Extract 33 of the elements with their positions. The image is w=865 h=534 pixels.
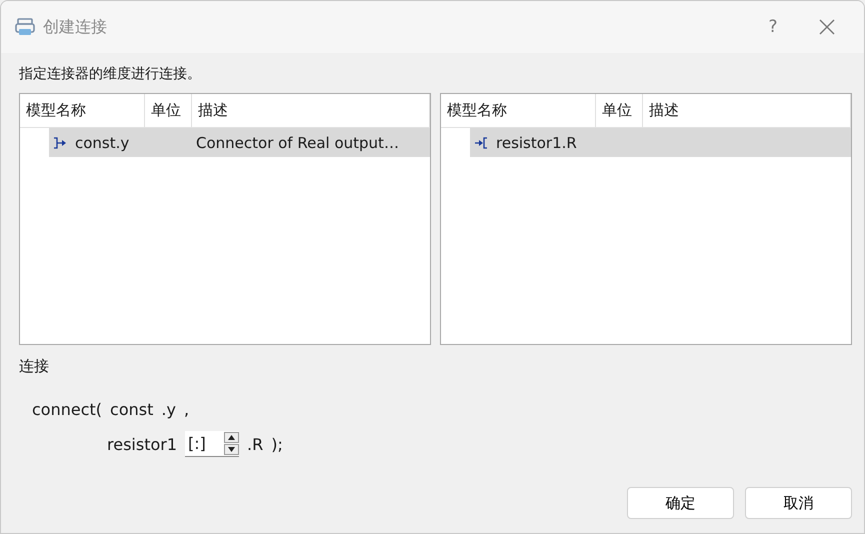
code-text: .y: [161, 400, 176, 419]
column-header[interactable]: 单位: [145, 94, 192, 127]
code-text: const: [110, 400, 154, 419]
input-port-icon: [474, 136, 488, 148]
printer-icon: [15, 18, 35, 36]
window-title: 创建连接: [43, 16, 108, 38]
code-text: );: [271, 434, 283, 454]
code-text: .R: [247, 434, 264, 454]
column-header[interactable]: 模型名称: [441, 94, 596, 127]
index-spinbox[interactable]: [:]: [185, 431, 240, 457]
code-text: ,: [184, 400, 190, 419]
help-button[interactable]: ?: [750, 9, 796, 45]
up-arrow-button[interactable]: [224, 432, 240, 443]
down-arrow-button[interactable]: [224, 444, 240, 455]
cancel-button[interactable]: 取消: [745, 487, 852, 519]
close-icon: [819, 19, 835, 35]
section-label: 连接: [19, 357, 49, 376]
column-header[interactable]: 描述: [643, 94, 851, 127]
table-row[interactable]: resistor1.R: [470, 128, 851, 157]
code-text: resistor1: [107, 434, 178, 454]
output-port-icon: [53, 136, 67, 148]
column-header[interactable]: 单位: [596, 94, 643, 127]
description-cell-text: Connector of Real output…: [195, 134, 400, 152]
ok-button[interactable]: 确定: [627, 487, 734, 519]
name-cell: const.y: [49, 134, 145, 152]
down-triangle-icon: [228, 447, 236, 452]
column-header[interactable]: 模型名称: [20, 94, 145, 127]
column-header[interactable]: 描述: [192, 94, 430, 127]
up-triangle-icon: [228, 435, 236, 440]
name-cell: resistor1.R: [470, 134, 596, 152]
table-row[interactable]: const.y Connector of Real output…: [49, 128, 430, 157]
instruction-text: 指定连接器的维度进行连接。: [19, 65, 201, 83]
code-text: connect(: [32, 400, 102, 419]
